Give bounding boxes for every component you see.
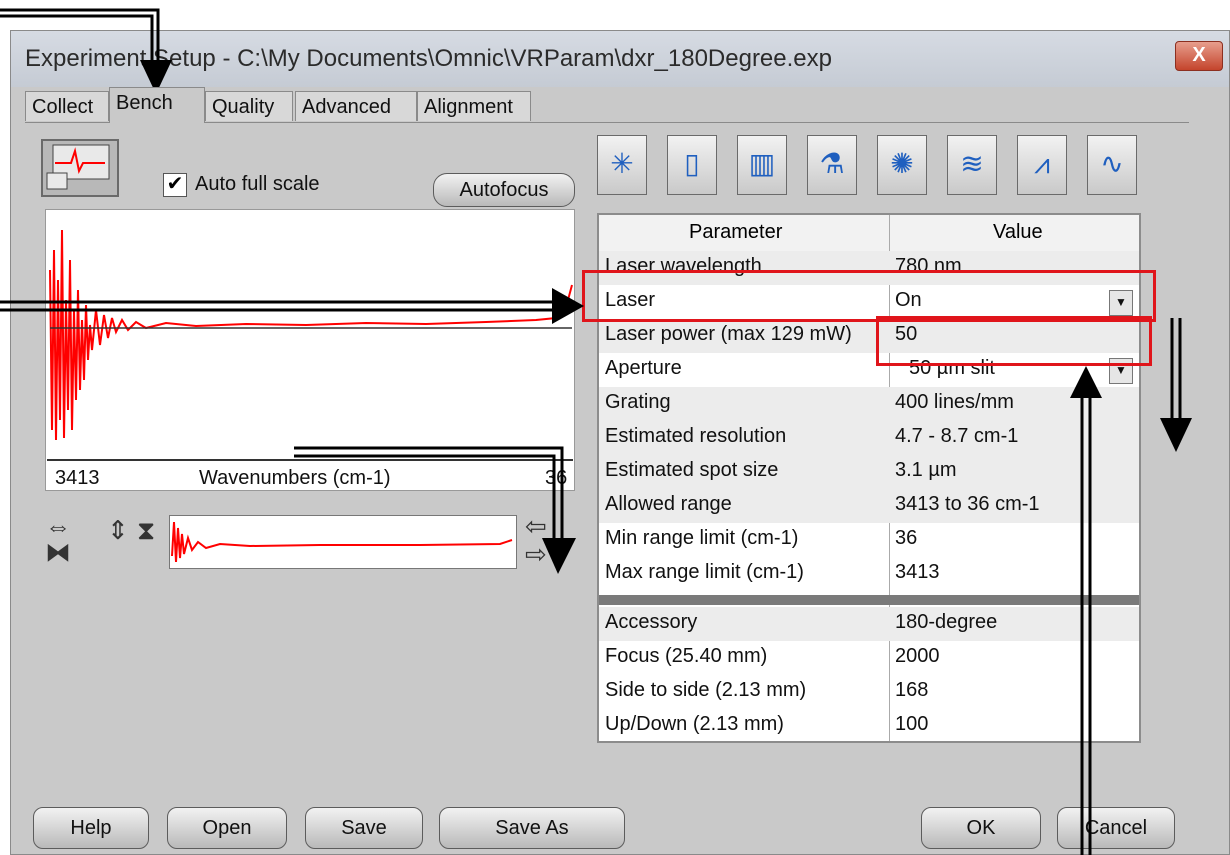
arrowhead-down-right [1160, 418, 1192, 452]
arrowhead-scroll [542, 538, 576, 574]
arrow-to-bench-line-b [0, 14, 154, 60]
arrow-to-scroll-line-a [294, 446, 564, 540]
arrowhead-laser [552, 288, 584, 324]
arrowhead-up [1070, 366, 1102, 398]
annotation-arrows [0, 8, 1192, 855]
arrow-to-scroll-line-b [294, 454, 556, 540]
tab-bench[interactable]: Bench [109, 87, 205, 123]
